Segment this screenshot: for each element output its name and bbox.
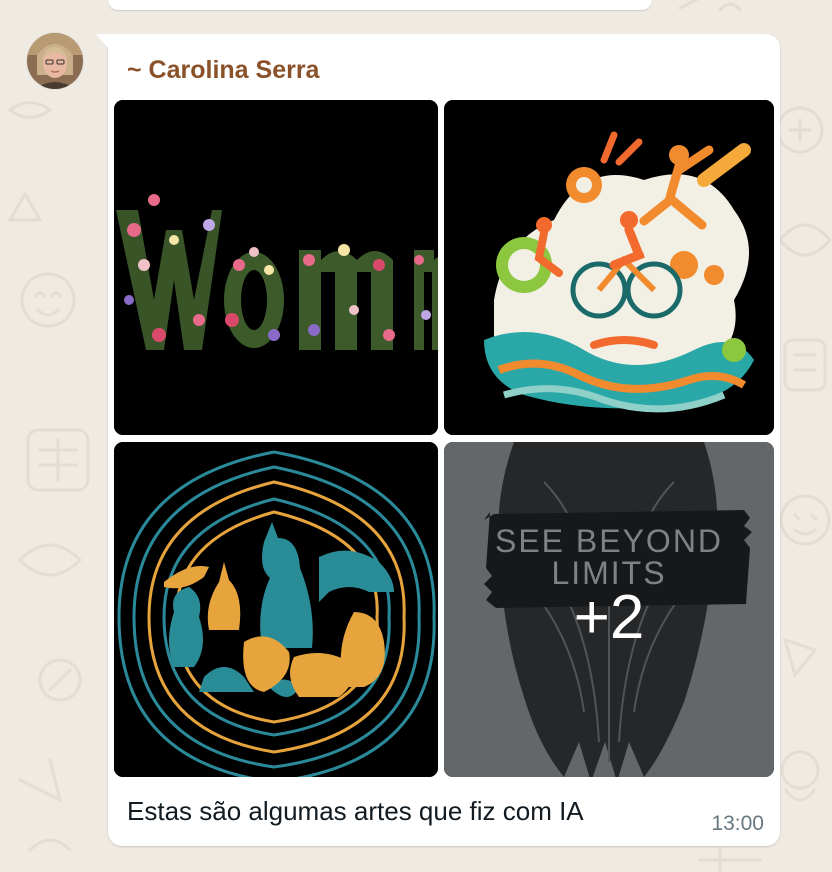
- image-eagle-poster[interactable]: SEE BEYOND LIMITS +2: [444, 442, 774, 777]
- message-caption: Estas são algumas artes que fiz com IA: [127, 796, 584, 826]
- floral-art: [114, 100, 438, 435]
- more-images-count: +2: [573, 583, 645, 652]
- image-animals[interactable]: [114, 442, 438, 777]
- animals-art: [114, 442, 438, 777]
- message-bubble: ~ Carolina Serra SEE BEYOND LIMITS +2 Es…: [96, 34, 780, 846]
- more-images-overlay[interactable]: +2: [444, 442, 774, 777]
- image-floral-lettering[interactable]: [114, 100, 438, 435]
- image-triathlon[interactable]: [444, 100, 774, 435]
- bubble-tail: [96, 34, 110, 50]
- sender-name[interactable]: ~ Carolina Serra: [127, 56, 319, 85]
- message-timestamp: 13:00: [711, 812, 764, 835]
- avatar-photo: [27, 33, 83, 89]
- sender-avatar[interactable]: [27, 33, 83, 89]
- previous-message-bubble: [108, 0, 652, 10]
- triathlon-art: [444, 100, 774, 435]
